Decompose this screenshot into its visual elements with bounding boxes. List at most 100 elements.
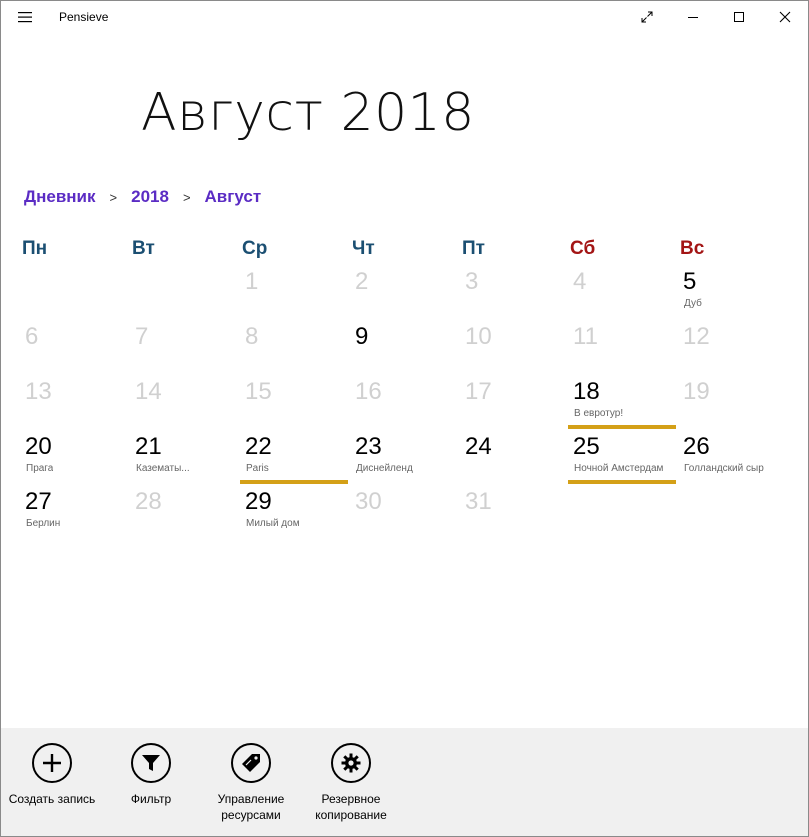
weekday-header-1: Вт bbox=[132, 238, 155, 259]
calendar-day[interactable]: 28 bbox=[130, 488, 238, 540]
title-bar: Pensieve bbox=[1, 1, 808, 33]
minimize-icon[interactable] bbox=[670, 1, 716, 33]
weekday-header-2: Ср bbox=[242, 238, 268, 259]
weekday-header-4: Пт bbox=[462, 238, 485, 259]
day-number: 3 bbox=[465, 268, 479, 295]
weekday-header-5: Сб bbox=[570, 238, 596, 259]
day-number: 17 bbox=[465, 378, 492, 405]
calendar-day[interactable]: 26 Голландский сыр bbox=[678, 433, 786, 485]
day-entry-title: Дуб bbox=[684, 298, 702, 309]
day-number: 26 bbox=[683, 433, 710, 460]
calendar-day[interactable]: 19 bbox=[678, 378, 786, 430]
day-number: 20 bbox=[25, 433, 52, 460]
calendar-day[interactable]: 21 Казематы... bbox=[130, 433, 238, 485]
day-number: 6 bbox=[25, 323, 39, 350]
day-number: 2 bbox=[355, 268, 369, 295]
day-number: 11 bbox=[573, 323, 598, 350]
day-number: 18 bbox=[573, 378, 600, 405]
calendar-day[interactable]: 8 bbox=[240, 323, 348, 375]
calendar-day[interactable]: 25 Ночной Амстердам bbox=[568, 433, 676, 485]
day-number: 13 bbox=[25, 378, 52, 405]
day-number: 16 bbox=[355, 378, 382, 405]
weekday-header-6: Вс bbox=[680, 238, 705, 259]
calendar-day[interactable]: 1 bbox=[240, 268, 348, 320]
day-entry-title: Берлин bbox=[26, 518, 61, 529]
calendar-day[interactable]: 7 bbox=[130, 323, 238, 375]
day-number: 5 bbox=[683, 268, 697, 295]
day-entry-title: Ночной Амстердам bbox=[574, 463, 664, 474]
calendar-day[interactable]: 15 bbox=[240, 378, 348, 430]
manage-resources-button[interactable]: Управление ресурсами bbox=[201, 743, 301, 823]
day-number: 31 bbox=[465, 488, 492, 515]
app-window: Pensieve Август 2018 Дневник > 2018 > Ав… bbox=[0, 0, 809, 837]
calendar-day[interactable]: 11 bbox=[568, 323, 676, 375]
calendar-day[interactable]: 18 В евротур! bbox=[568, 378, 676, 430]
day-number: 23 bbox=[355, 433, 382, 460]
calendar-day[interactable]: 29 Милый дом bbox=[240, 488, 348, 540]
calendar-day[interactable]: 3 bbox=[460, 268, 568, 320]
create-entry-label: Создать запись bbox=[8, 792, 96, 806]
day-number: 19 bbox=[683, 378, 710, 405]
day-number: 29 bbox=[245, 488, 272, 515]
day-number: 9 bbox=[355, 323, 369, 350]
calendar-day[interactable]: 5 Дуб bbox=[678, 268, 786, 320]
day-entry-title: Прага bbox=[26, 463, 54, 474]
day-entry-title: Милый дом bbox=[246, 518, 300, 529]
day-number: 8 bbox=[245, 323, 259, 350]
calendar-day[interactable]: 27 Берлин bbox=[20, 488, 128, 540]
hamburger-menu-icon[interactable] bbox=[9, 5, 41, 29]
breadcrumb-year[interactable]: 2018 bbox=[131, 187, 169, 207]
breadcrumb-separator: > bbox=[182, 189, 191, 205]
calendar-day[interactable]: 2 bbox=[350, 268, 458, 320]
calendar-day[interactable]: 13 bbox=[20, 378, 128, 430]
weekday-header-3: Чт bbox=[352, 238, 375, 259]
breadcrumb: Дневник > 2018 > Август bbox=[24, 187, 261, 207]
day-entry-title: Казематы... bbox=[136, 463, 190, 474]
close-icon[interactable] bbox=[762, 1, 808, 33]
calendar-day[interactable]: 9 bbox=[350, 323, 458, 375]
calendar-day[interactable]: 24 bbox=[460, 433, 568, 485]
expand-icon[interactable] bbox=[624, 1, 670, 33]
day-number: 28 bbox=[135, 488, 162, 515]
month-title: Август 2018 bbox=[141, 83, 475, 143]
breadcrumb-diary[interactable]: Дневник bbox=[24, 187, 96, 207]
day-entry-title: Диснейленд bbox=[356, 463, 413, 474]
app-title: Pensieve bbox=[59, 10, 109, 24]
command-bar: Создать запись Фильтр Управление ресурса… bbox=[1, 728, 808, 836]
create-entry-button[interactable]: Создать запись bbox=[2, 743, 102, 807]
filter-button[interactable]: Фильтр bbox=[101, 743, 201, 807]
highlight-bar bbox=[568, 480, 676, 484]
day-number: 30 bbox=[355, 488, 382, 515]
calendar-day[interactable]: 10 bbox=[460, 323, 568, 375]
breadcrumb-month[interactable]: Август bbox=[205, 187, 262, 207]
filter-icon bbox=[131, 743, 171, 783]
maximize-icon[interactable] bbox=[716, 1, 762, 33]
calendar-day[interactable]: 6 bbox=[20, 323, 128, 375]
day-number: 21 bbox=[135, 433, 162, 460]
filter-label: Фильтр bbox=[130, 792, 172, 806]
calendar-day[interactable]: 12 bbox=[678, 323, 786, 375]
day-number: 24 bbox=[465, 433, 492, 460]
calendar-day[interactable]: 4 bbox=[568, 268, 676, 320]
calendar-day[interactable]: 23 Диснейленд bbox=[350, 433, 458, 485]
day-number: 14 bbox=[135, 378, 162, 405]
calendar-day[interactable]: 14 bbox=[130, 378, 238, 430]
backup-button[interactable]: Резервное копирование bbox=[301, 743, 401, 823]
calendar-day[interactable]: 31 bbox=[460, 488, 568, 540]
calendar-day[interactable]: 17 bbox=[460, 378, 568, 430]
day-number: 27 bbox=[25, 488, 52, 515]
calendar-day[interactable]: 20 Прага bbox=[20, 433, 128, 485]
breadcrumb-separator: > bbox=[109, 189, 118, 205]
day-number: 12 bbox=[683, 323, 710, 350]
backup-label: Резервное копирование bbox=[315, 792, 387, 822]
highlight-bar bbox=[240, 480, 348, 484]
day-number: 7 bbox=[135, 323, 149, 350]
calendar-day[interactable]: 30 bbox=[350, 488, 458, 540]
manage-resources-label: Управление ресурсами bbox=[217, 792, 285, 822]
day-number: 1 bbox=[245, 268, 259, 295]
gear-icon bbox=[331, 743, 371, 783]
day-number: 10 bbox=[465, 323, 492, 350]
day-number: 4 bbox=[573, 268, 587, 295]
calendar-day[interactable]: 22 Paris bbox=[240, 433, 348, 485]
calendar-day[interactable]: 16 bbox=[350, 378, 458, 430]
